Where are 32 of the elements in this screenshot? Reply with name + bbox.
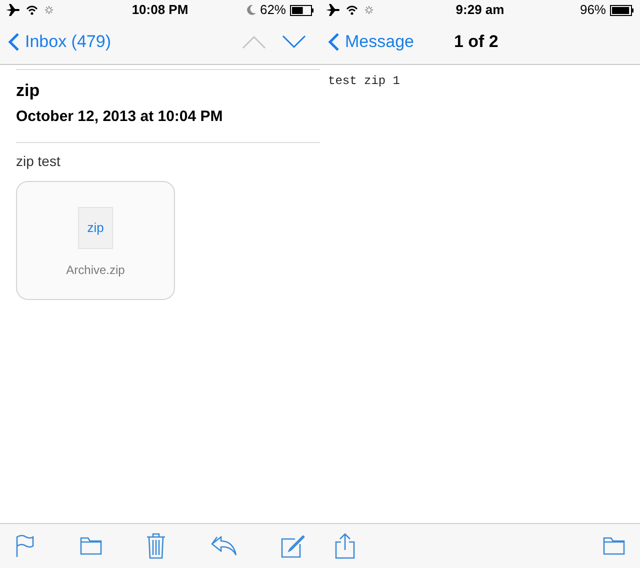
airplane-icon bbox=[6, 4, 20, 16]
wifi-icon bbox=[346, 5, 358, 15]
battery-icon bbox=[290, 4, 314, 16]
folder-icon[interactable] bbox=[80, 537, 102, 555]
share-icon[interactable] bbox=[335, 533, 355, 559]
back-button[interactable]: Message bbox=[328, 29, 414, 55]
battery-percent: 96% bbox=[580, 1, 606, 20]
back-chevron-icon bbox=[8, 32, 20, 52]
message-body: zip test bbox=[16, 152, 62, 171]
back-chevron-icon bbox=[328, 32, 340, 52]
reply-icon[interactable] bbox=[210, 536, 236, 556]
flag-icon[interactable] bbox=[15, 534, 35, 558]
status-time: 9:29 am bbox=[454, 1, 506, 20]
attachment-card[interactable]: zip Archive.zip bbox=[16, 181, 175, 300]
message-date: October 12, 2013 at 10:04 PM bbox=[16, 106, 320, 143]
message-subject: zip bbox=[16, 80, 41, 102]
compose-icon[interactable] bbox=[281, 534, 305, 558]
file-icon: zip bbox=[78, 207, 113, 249]
message-body: test zip 1 bbox=[328, 73, 402, 90]
page-title: 1 of 2 bbox=[454, 31, 498, 54]
spinner-icon bbox=[44, 5, 54, 15]
trash-icon[interactable] bbox=[146, 533, 166, 559]
moon-icon bbox=[246, 5, 256, 15]
status-time: 10:08 PM bbox=[130, 1, 190, 20]
wifi-icon bbox=[26, 5, 38, 15]
battery-percent: 62% bbox=[260, 1, 286, 20]
spinner-icon bbox=[364, 5, 374, 15]
attachment-name: Archive.zip bbox=[66, 262, 125, 279]
back-button[interactable]: Inbox (479) bbox=[8, 29, 111, 55]
battery-icon bbox=[610, 4, 634, 16]
folder-icon[interactable] bbox=[603, 537, 625, 555]
airplane-icon bbox=[326, 4, 340, 16]
